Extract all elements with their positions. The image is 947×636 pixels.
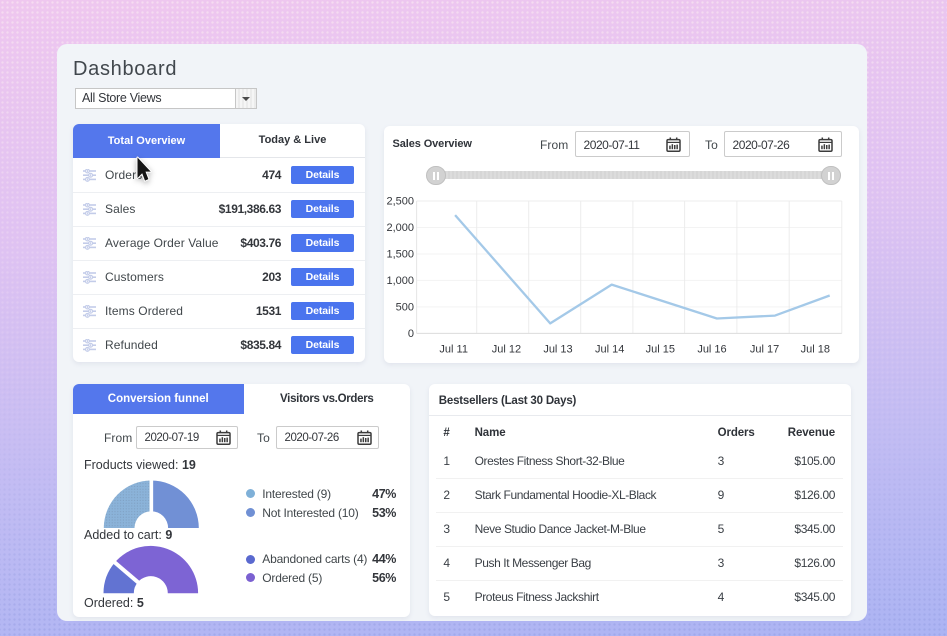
svg-text:Jul 14: Jul 14: [595, 344, 624, 356]
svg-text:0: 0: [408, 328, 414, 340]
svg-text:Jul 11: Jul 11: [439, 344, 468, 356]
svg-text:Jul 13: Jul 13: [543, 344, 572, 356]
svg-text:Jul 17: Jul 17: [750, 344, 779, 356]
svg-text:Jul 16: Jul 16: [697, 344, 726, 356]
svg-text:2,000: 2,000: [386, 222, 414, 234]
svg-text:Jul 18: Jul 18: [801, 344, 830, 356]
svg-text:500: 500: [396, 301, 414, 313]
svg-text:Jul 12: Jul 12: [492, 344, 521, 356]
svg-text:1,500: 1,500: [386, 249, 414, 261]
svg-text:2,500: 2,500: [386, 196, 414, 208]
svg-text:1,000: 1,000: [386, 275, 414, 287]
svg-text:Jul 15: Jul 15: [646, 344, 675, 356]
